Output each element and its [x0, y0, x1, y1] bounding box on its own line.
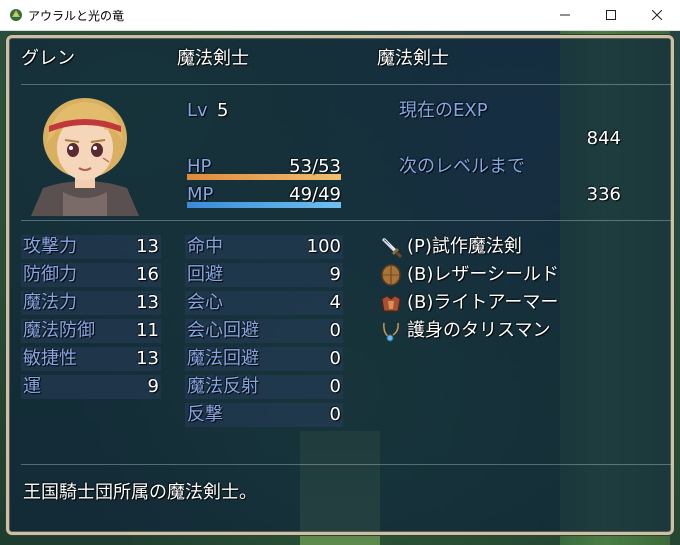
- param-label: 魔法力: [23, 292, 77, 313]
- xparam-label: 回避: [187, 264, 223, 285]
- window-titlebar: アウラルと光の竜: [0, 0, 680, 31]
- level-label: Lv: [187, 100, 208, 121]
- equip-name: (B)レザーシールド: [407, 264, 560, 285]
- status-window: グレン 魔法剣士 魔法剣士 Lv 5 HP 53/53 MP 49/49 現在の…: [6, 35, 674, 535]
- exp-value: 844: [586, 128, 621, 149]
- param-value: 13: [136, 348, 159, 369]
- param-label: 敏捷性: [23, 348, 77, 369]
- maximize-icon: [606, 10, 616, 20]
- equip-name: (B)ライトアーマー: [407, 292, 559, 313]
- param-label: 攻撃力: [23, 236, 77, 257]
- xparam-label: 命中: [187, 236, 223, 257]
- param-label: 魔法防御: [23, 320, 95, 341]
- next-level-value: 336: [586, 184, 621, 205]
- param-value: 9: [147, 376, 159, 397]
- actor-profile: 王国騎士団所属の魔法剣士。: [23, 482, 257, 503]
- xparam-value: 4: [329, 292, 341, 313]
- shield-icon: [381, 264, 401, 286]
- minimize-icon: [560, 14, 570, 16]
- mp-value: 49/49: [289, 184, 341, 205]
- xparam-value: 0: [329, 348, 341, 369]
- close-icon: [652, 10, 662, 20]
- sword-icon: [381, 237, 403, 259]
- param-label: 運: [23, 376, 41, 397]
- divider-top: [21, 84, 673, 85]
- xparam-value: 100: [306, 236, 341, 257]
- window-title: アウラルと光の竜: [28, 9, 125, 23]
- necklace-icon: [383, 322, 399, 342]
- param-label: 防御力: [23, 264, 77, 285]
- divider-bottom: [21, 464, 673, 465]
- xparam-label: 魔法回避: [187, 348, 259, 369]
- close-button[interactable]: [634, 0, 680, 30]
- mp-label: MP: [187, 184, 214, 205]
- param-value: 13: [136, 236, 159, 257]
- exp-label: 現在のEXP: [399, 100, 488, 121]
- xparam-label: 会心: [187, 292, 223, 313]
- hp-value: 53/53: [289, 156, 341, 177]
- level-value: 5: [217, 100, 229, 121]
- equip-name: 護身のタリスマン: [407, 320, 551, 341]
- param-value: 13: [136, 292, 159, 313]
- xparam-value: 0: [329, 376, 341, 397]
- hp-label: HP: [187, 156, 212, 177]
- actor-name: グレン: [21, 48, 75, 69]
- xparam-value: 0: [329, 404, 341, 425]
- maximize-button[interactable]: [588, 0, 634, 30]
- dragon-app-icon: [10, 9, 22, 21]
- equip-name: (P)試作魔法剣: [407, 236, 522, 257]
- actor-class: 魔法剣士: [177, 48, 249, 69]
- xparam-value: 0: [329, 320, 341, 341]
- actor-face-portrait: [31, 98, 139, 216]
- xparam-label: 会心回避: [187, 320, 259, 341]
- divider-middle: [21, 220, 673, 221]
- actor-nickname: 魔法剣士: [377, 48, 449, 69]
- xparam-value: 9: [329, 264, 341, 285]
- minimize-button[interactable]: [542, 0, 588, 30]
- param-value: 11: [136, 320, 159, 341]
- param-value: 16: [136, 264, 159, 285]
- game-canvas: グレン 魔法剣士 魔法剣士 Lv 5 HP 53/53 MP 49/49 現在の…: [0, 31, 680, 545]
- xparam-label: 反撃: [187, 404, 223, 425]
- next-level-label: 次のレベルまで: [399, 156, 525, 177]
- armor-icon: [381, 295, 401, 312]
- xparam-label: 魔法反射: [187, 376, 259, 397]
